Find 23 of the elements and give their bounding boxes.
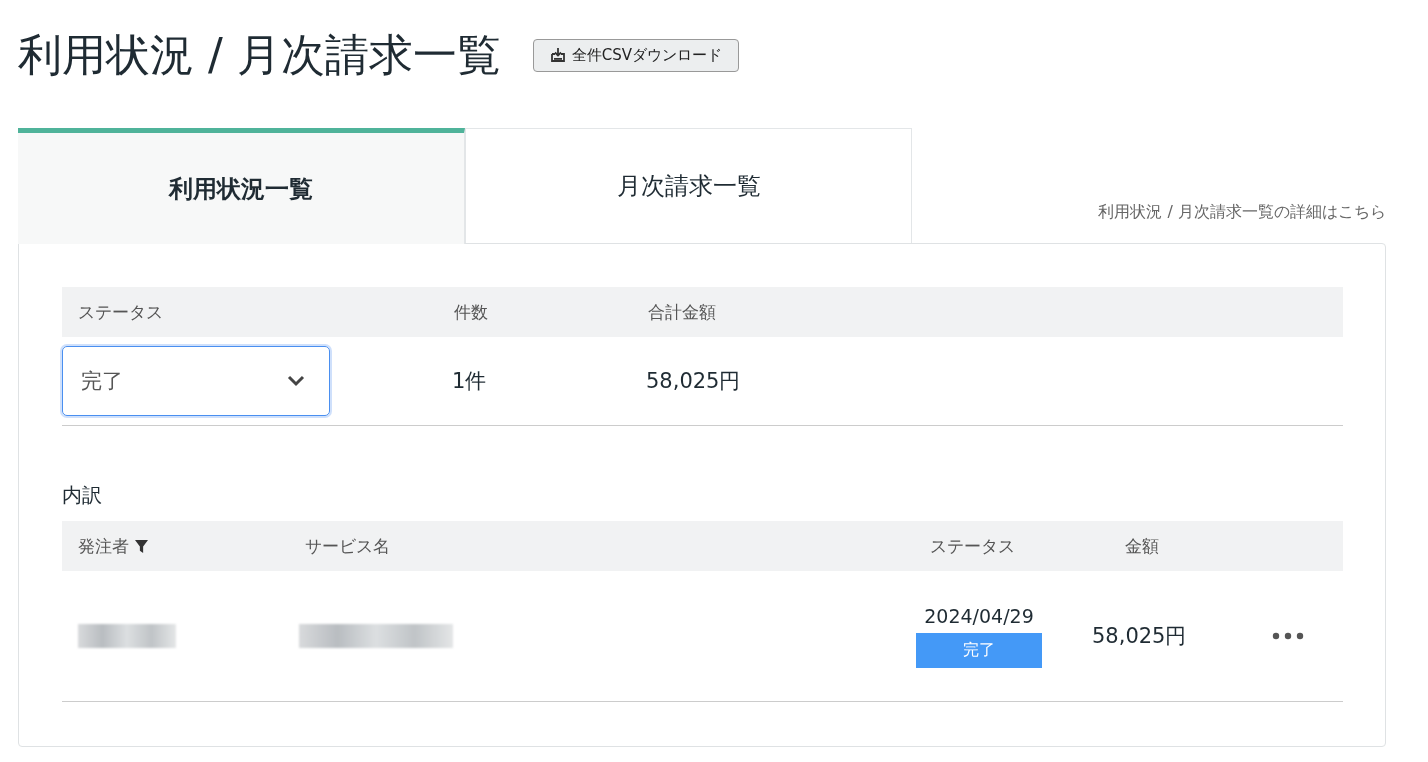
tab[interactable]: 月次請求一覧 bbox=[465, 128, 912, 243]
column-header: 合計金額 bbox=[648, 300, 717, 324]
csv-download-button[interactable]: 全件CSVダウンロード bbox=[532, 38, 740, 72]
column-header: 金額 bbox=[1124, 534, 1160, 558]
column-header: サービス名 bbox=[305, 534, 391, 558]
chevron-down-icon bbox=[287, 375, 305, 387]
count-value: 1件 bbox=[451, 368, 488, 395]
total-amount: 58,025円 bbox=[645, 368, 742, 395]
date-text: 2024/04/29 bbox=[924, 604, 1034, 627]
column-header: 件数 bbox=[454, 300, 489, 324]
column-header: ステータス bbox=[78, 300, 164, 324]
column-header: 発注者 bbox=[78, 534, 129, 558]
filter-icon[interactable] bbox=[135, 539, 148, 553]
download-icon bbox=[549, 47, 566, 63]
section-title: 内訳 bbox=[62, 482, 103, 509]
page-title: 利用状況 / 月次請求一覧 bbox=[18, 27, 501, 82]
status-badge: 完了 bbox=[916, 632, 1042, 668]
amount-cell-text: 58,025円 bbox=[1092, 623, 1187, 650]
column-header: ステータス bbox=[929, 534, 1016, 558]
status-select[interactable]: 完了 bbox=[62, 346, 330, 416]
details-link[interactable]: 利用状況 / 月次請求一覧の詳細はこちら bbox=[1098, 202, 1386, 243]
more-options-icon[interactable] bbox=[1272, 632, 1304, 640]
tab[interactable]: 利用状況一覧 bbox=[18, 128, 465, 244]
